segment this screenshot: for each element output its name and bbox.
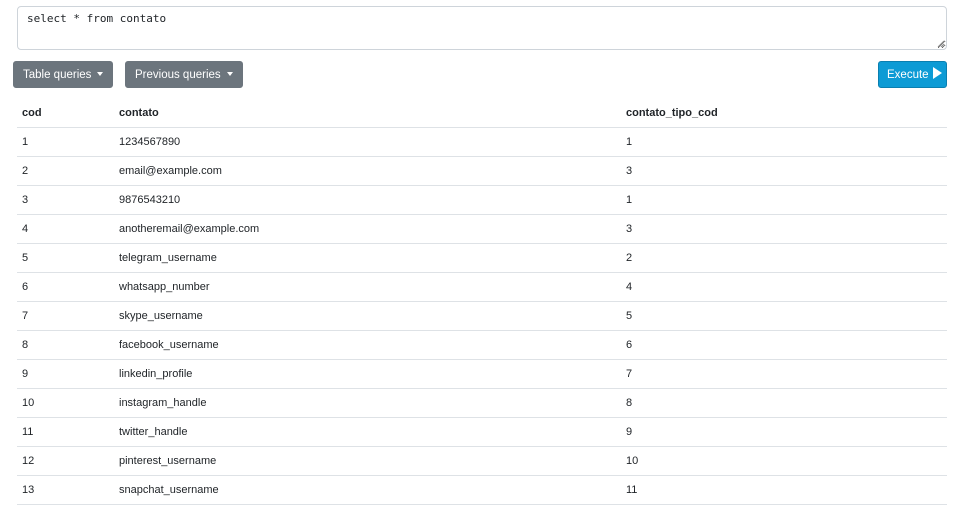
execute-button[interactable]: Execute	[878, 61, 947, 88]
cell-cod: 1	[17, 127, 114, 157]
column-header-contato-tipo-cod: contato_tipo_cod	[621, 99, 947, 128]
cell-contato: telegram_username	[114, 243, 621, 273]
cell-contato: anotheremail@example.com	[114, 214, 621, 244]
caret-down-icon	[97, 72, 104, 76]
cell-cod: 10	[17, 388, 114, 418]
cell-contato-tipo-cod: 2	[621, 243, 947, 273]
cell-contato: email@example.com	[114, 156, 621, 186]
table-row: 8 facebook_username 6	[17, 330, 947, 360]
cell-cod: 5	[17, 243, 114, 273]
cell-contato: linkedin_profile	[114, 359, 621, 389]
table-row: 1 1234567890 1	[17, 127, 947, 157]
cell-cod: 9	[17, 359, 114, 389]
table-row: 10 instagram_handle 8	[17, 388, 947, 418]
cell-contato: twitter_handle	[114, 417, 621, 447]
cell-cod: 13	[17, 475, 114, 505]
caret-down-icon	[226, 72, 233, 76]
query-console: select * from contato Table queries Prev…	[0, 0, 964, 509]
cell-contato-tipo-cod: 4	[621, 272, 947, 302]
execute-label: Execute	[887, 69, 929, 81]
cell-cod: 3	[17, 185, 114, 215]
cell-cod: 6	[17, 272, 114, 302]
column-header-contato: contato	[114, 99, 621, 128]
cell-cod: 2	[17, 156, 114, 186]
sql-query-input[interactable]: select * from contato	[17, 6, 947, 50]
cell-contato: whatsapp_number	[114, 272, 621, 302]
cell-contato-tipo-cod: 1	[621, 185, 947, 215]
results-table: cod contato contato_tipo_cod 1 1234567890…	[17, 99, 947, 505]
cell-contato: instagram_handle	[114, 388, 621, 418]
column-header-cod: cod	[17, 99, 114, 128]
table-row: 2 email@example.com 3	[17, 156, 947, 186]
table-queries-dropdown-button[interactable]: Table queries	[13, 61, 114, 88]
cell-cod: 4	[17, 214, 114, 244]
table-row: 11 twitter_handle 9	[17, 417, 947, 447]
results-body: 1 1234567890 1 2 email@example.com 3 3 987654…	[17, 127, 947, 505]
cell-contato-tipo-cod: 3	[621, 214, 947, 244]
cell-contato-tipo-cod: 1	[621, 127, 947, 157]
table-row: 7 skype_username 5	[17, 301, 947, 331]
cell-contato-tipo-cod: 10	[621, 446, 947, 476]
cell-contato-tipo-cod: 9	[621, 417, 947, 447]
table-queries-label: Table queries	[23, 69, 92, 81]
cell-contato: snapchat_username	[114, 475, 621, 505]
cell-contato-tipo-cod: 3	[621, 156, 947, 186]
cell-contato: facebook_username	[114, 330, 621, 360]
table-row: 9 linkedin_profile 7	[17, 359, 947, 389]
table-row: 12 pinterest_username 10	[17, 446, 947, 476]
table-row: 13 snapchat_username 11	[17, 475, 947, 505]
cell-contato: skype_username	[114, 301, 621, 331]
cell-contato-tipo-cod: 7	[621, 359, 947, 389]
results-header-row: cod contato contato_tipo_cod	[17, 99, 947, 128]
cell-contato: 1234567890	[114, 127, 621, 157]
cell-cod: 7	[17, 301, 114, 331]
previous-queries-label: Previous queries	[135, 69, 221, 81]
table-row: 6 whatsapp_number 4	[17, 272, 947, 302]
cell-contato-tipo-cod: 11	[621, 475, 947, 505]
cell-contato-tipo-cod: 6	[621, 330, 947, 360]
cell-contato: 9876543210	[114, 185, 621, 215]
table-row: 3 9876543210 1	[17, 185, 947, 215]
cell-cod: 11	[17, 417, 114, 447]
cell-contato-tipo-cod: 8	[621, 388, 947, 418]
table-row: 4 anotheremail@example.com 3	[17, 214, 947, 244]
cell-contato-tipo-cod: 5	[621, 301, 947, 331]
cell-cod: 12	[17, 446, 114, 476]
previous-queries-dropdown-button[interactable]: Previous queries	[125, 61, 243, 88]
play-icon	[932, 67, 942, 79]
table-row: 5 telegram_username 2	[17, 243, 947, 273]
cell-contato: pinterest_username	[114, 446, 621, 476]
cell-cod: 8	[17, 330, 114, 360]
